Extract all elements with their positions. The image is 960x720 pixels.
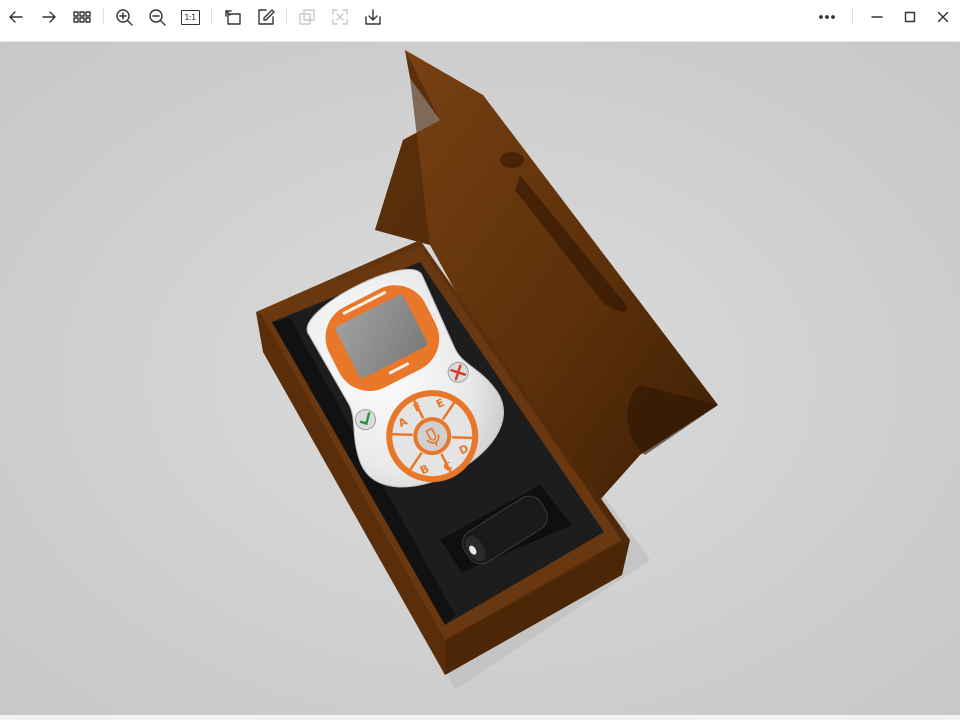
toolbar-divider	[103, 8, 104, 24]
zoom-in-icon	[116, 9, 133, 26]
maximize-icon	[904, 11, 916, 23]
minimize-icon	[871, 16, 883, 18]
status-strip	[0, 715, 960, 720]
more-button[interactable]	[813, 5, 841, 29]
image-canvas[interactable]: A F E B C D	[0, 42, 960, 715]
zoom-in-button[interactable]	[110, 5, 138, 29]
more-icon	[819, 15, 835, 19]
product-render: A F E B C D	[256, 50, 718, 690]
zoom-out-icon	[149, 9, 166, 26]
save-button[interactable]	[359, 5, 387, 29]
toolbar-divider	[852, 8, 853, 24]
actual-size-icon: 1:1	[180, 9, 200, 25]
back-button[interactable]	[2, 5, 30, 29]
copy-button[interactable]	[293, 5, 321, 29]
scan-text-icon	[332, 9, 348, 25]
thumbnails-button[interactable]	[68, 5, 96, 29]
toolbar-divider	[286, 8, 287, 24]
forward-button[interactable]	[35, 5, 63, 29]
actual-size-button[interactable]: 1:1	[176, 5, 204, 29]
edit-button[interactable]	[252, 5, 280, 29]
rotate-icon	[225, 10, 241, 25]
zoom-out-button[interactable]	[143, 5, 171, 29]
toolbar-divider	[211, 8, 212, 24]
arrow-right-icon	[42, 11, 56, 23]
close-button[interactable]	[929, 5, 957, 29]
viewer-toolbar: 1:1	[0, 0, 960, 42]
rotate-button[interactable]	[219, 5, 247, 29]
grid-icon	[73, 11, 91, 23]
close-icon	[937, 11, 949, 23]
ocr-button[interactable]	[326, 5, 354, 29]
copy-icon	[299, 9, 315, 25]
edit-icon	[258, 9, 275, 25]
minimize-button[interactable]	[863, 5, 891, 29]
download-icon	[365, 9, 381, 25]
arrow-left-icon	[9, 11, 23, 23]
maximize-button[interactable]	[896, 5, 924, 29]
